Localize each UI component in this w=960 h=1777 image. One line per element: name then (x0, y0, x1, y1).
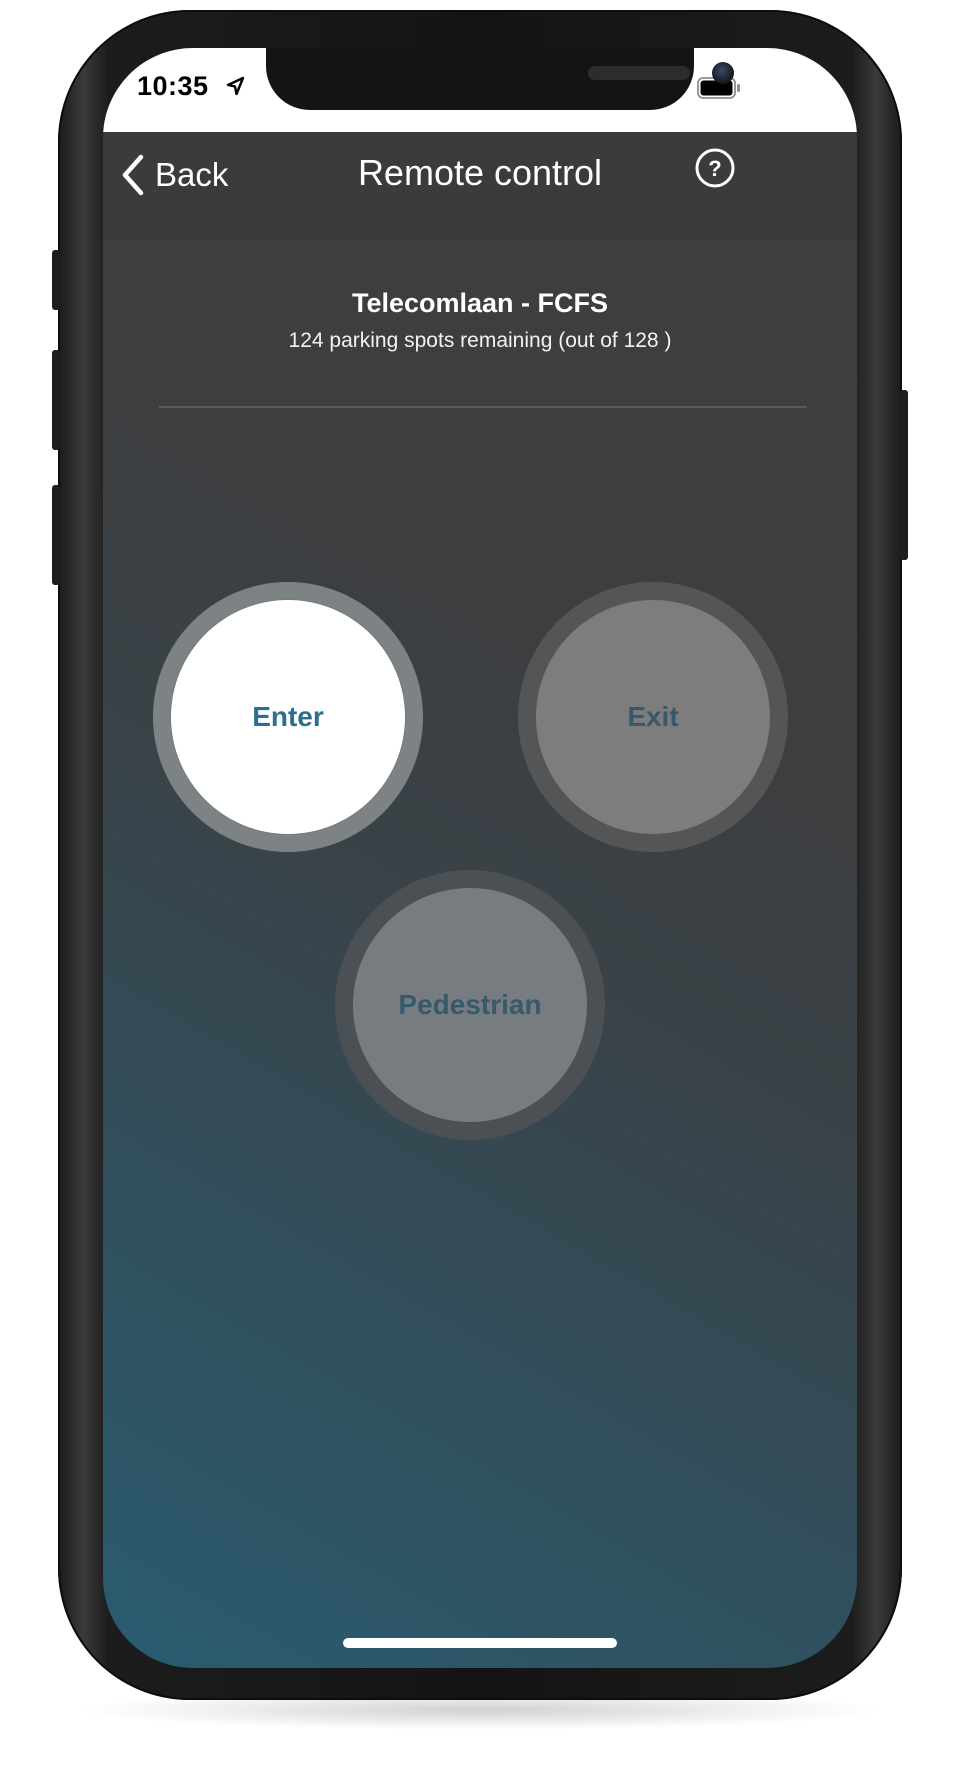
home-indicator[interactable] (343, 1638, 617, 1648)
page-title: Remote control (357, 152, 603, 193)
mute-switch (52, 250, 60, 310)
svg-text:?: ? (708, 156, 721, 181)
enter-button[interactable]: Enter (153, 582, 423, 852)
status-time: 10:35 (137, 71, 209, 101)
exit-button[interactable]: Exit (518, 582, 788, 852)
help-circle-icon[interactable]: ? (693, 146, 737, 190)
location-arrow-icon (226, 76, 245, 96)
app-screen: 10:35 Back Remote control ? Telecomlaan … (103, 48, 857, 1668)
exit-label: Exit (627, 701, 679, 732)
pedestrian-button-face[interactable]: Pedestrian (353, 888, 587, 1122)
location-info: Telecomlaan - FCFS 124 parking spots rem… (103, 288, 857, 353)
front-camera (712, 62, 734, 84)
notch (266, 48, 734, 110)
enter-button-face[interactable]: Enter (171, 600, 405, 834)
exit-button-face[interactable]: Exit (536, 600, 770, 834)
volume-down-button (52, 485, 60, 585)
parking-spots-remaining: 124 parking spots remaining (out of 128 … (288, 329, 672, 352)
pedestrian-label: Pedestrian (398, 989, 542, 1020)
speaker-grille (588, 66, 690, 80)
divider (159, 406, 807, 408)
navigation-bar: Back Remote control ? (103, 132, 857, 240)
location-name: Telecomlaan - FCFS (351, 288, 609, 318)
volume-up-button (52, 350, 60, 450)
page: 10:35 Back Remote control ? Telecomlaan … (0, 0, 960, 1777)
power-button (900, 390, 908, 560)
enter-label: Enter (252, 701, 324, 732)
pedestrian-button[interactable]: Pedestrian (335, 870, 605, 1140)
status-bar: 10:35 (103, 48, 857, 132)
